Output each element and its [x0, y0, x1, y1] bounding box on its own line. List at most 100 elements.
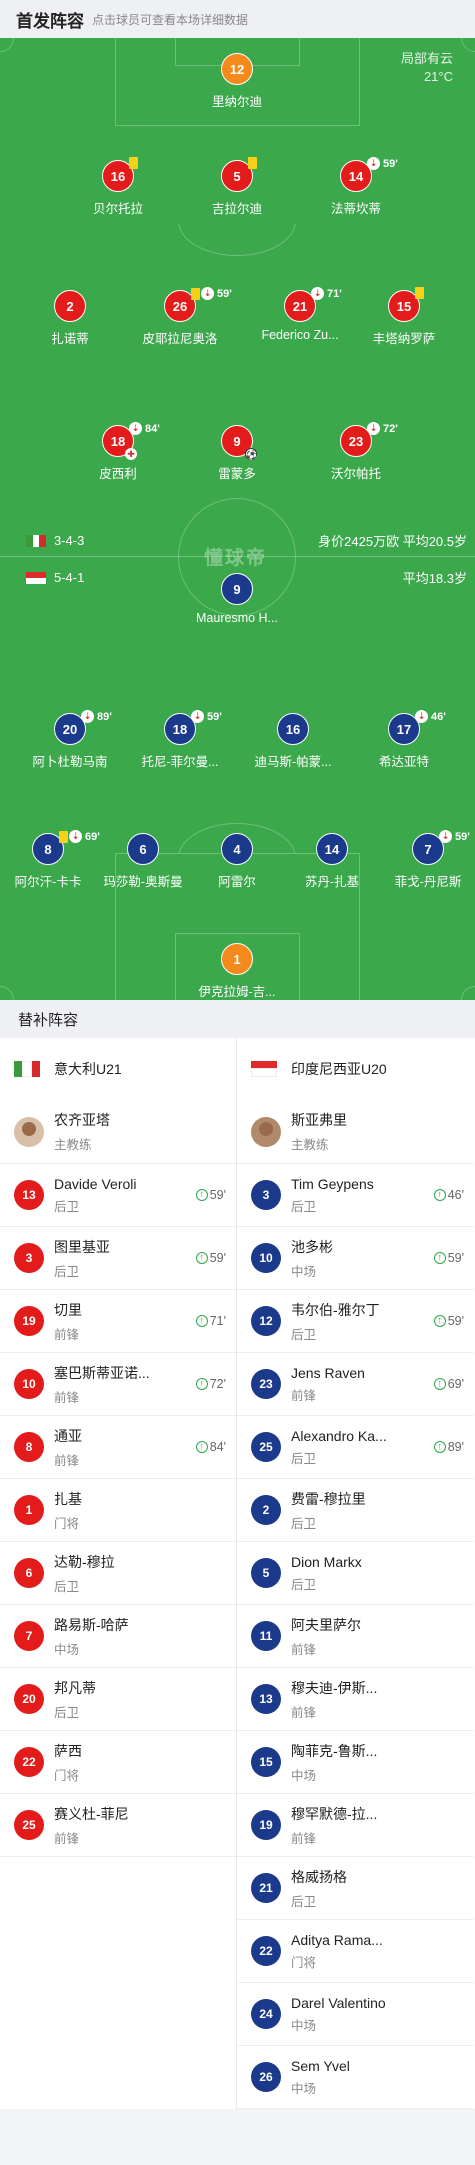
player-name: 希达亚特: [378, 755, 429, 769]
lineup-hint: 点击球员可查看本场详细数据: [92, 12, 249, 27]
player-number: 9: [221, 573, 253, 605]
sub-player-row[interactable]: 1 扎基 门将: [0, 1479, 236, 1542]
sub-player-number: 5: [251, 1558, 281, 1588]
home-coach[interactable]: 农齐亚塔 主教练: [0, 1100, 236, 1164]
sub-player-number: 15: [251, 1747, 281, 1777]
pitch-player[interactable]: 18 ⇣ 59' 托尼-菲尔曼...: [120, 710, 240, 770]
sub-player-position: 前锋: [291, 1388, 317, 1403]
event-minute: 84': [145, 422, 160, 435]
sub-player-row[interactable]: 7 路易斯-哈萨 中场: [0, 1605, 236, 1668]
player-name: 迪马斯-帕蒙...: [254, 755, 332, 769]
sub-player-name: 图里基亚: [54, 1238, 110, 1255]
sub-player-row[interactable]: 23 Jens Raven 前锋 ↑ 69': [237, 1353, 474, 1416]
player-events: ⇣ 59': [439, 830, 470, 843]
sub-in-icon: ↑: [433, 1252, 446, 1264]
sub-player-position: 后卫: [54, 1199, 80, 1214]
pitch: 懂球帝 局部有云 21°C 3-4-3 身价2425万欧 平均20.5岁 5-4…: [0, 38, 475, 1000]
away-formation: 5-4-1: [54, 570, 85, 585]
player-events: ⇣ 59': [367, 157, 398, 170]
sub-player-row[interactable]: 26 Sem Yvel 中场: [237, 2046, 474, 2109]
home-subs-team: 意大利U21: [0, 1038, 236, 1100]
pitch-player[interactable]: 17 ⇣ 46' 希达亚特: [344, 710, 464, 770]
sub-player-name: 塞巴斯蒂亚诺...: [54, 1364, 150, 1381]
yellow-card-icon: [248, 157, 257, 169]
sub-player-row[interactable]: 13 穆夫迪-伊斯... 前锋: [237, 1668, 474, 1731]
sub-player-row[interactable]: 21 格威扬格 后卫: [237, 1857, 474, 1920]
sub-player-row[interactable]: 19 穆罕默德-拉... 前锋: [237, 1794, 474, 1857]
pitch-player[interactable]: 16 贝尔托拉: [58, 157, 178, 217]
pitch-player[interactable]: 15 丰塔纳罗萨: [344, 287, 464, 347]
sub-in-icon: ↑: [195, 1441, 208, 1453]
sub-player-row[interactable]: 12 韦尔伯-雅尔丁 后卫 ↑ 59': [237, 1290, 474, 1353]
sub-in-time: ↑ 59': [433, 1251, 464, 1265]
player-number: 21 ⇣ 71': [284, 287, 342, 322]
pitch-player[interactable]: 16 迪马斯-帕蒙...: [233, 713, 353, 770]
pitch-player[interactable]: 20 ⇣ 89' 阿卜杜勒马南: [10, 710, 130, 770]
sub-player-name: Jens Raven: [291, 1364, 365, 1381]
sub-player-row[interactable]: 20 邦凡蒂 后卫: [0, 1668, 236, 1731]
player-number: 12: [221, 53, 253, 85]
sub-player-name: 扎基: [54, 1490, 82, 1507]
sub-out-icon: ⇣: [367, 157, 380, 170]
sub-player-row[interactable]: 5 Dion Markx 后卫: [237, 1542, 474, 1605]
pitch-player[interactable]: 2 扎诺蒂: [10, 290, 130, 347]
sub-player-row[interactable]: 10 池多彬 中场 ↑ 59': [237, 1227, 474, 1290]
player-events: ⇣ 59': [191, 710, 222, 723]
pitch-player[interactable]: 23 ⇣ 72' 沃尔帕托: [296, 422, 416, 482]
corner-arc: [461, 986, 475, 1000]
sub-player-row[interactable]: 25 赛义杜-菲尼 前锋: [0, 1794, 236, 1857]
sub-player-row[interactable]: 3 图里基亚 后卫 ↑ 59': [0, 1227, 236, 1290]
pitch-player[interactable]: 1 伊克拉姆-吉...: [177, 943, 297, 1000]
sub-out-icon: ⇣: [415, 710, 428, 723]
sub-player-position: 后卫: [291, 1451, 317, 1466]
pitch-player[interactable]: 18 ⇣ 84' ✚ 皮西利: [58, 422, 178, 482]
sub-player-row[interactable]: 3 Tim Geypens 后卫 ↑ 46': [237, 1164, 474, 1227]
home-stats: 身价2425万欧 平均20.5岁: [318, 534, 467, 549]
sub-out-icon: ⇣: [81, 710, 94, 723]
sub-player-row[interactable]: 22 Aditya Rama... 门将: [237, 1920, 474, 1983]
pitch-player[interactable]: 21 ⇣ 71' Federico Zu...: [240, 287, 360, 342]
sub-player-number: 23: [251, 1369, 281, 1399]
player-name: 菲戈-丹尼斯: [394, 875, 462, 889]
player-name: 皮西利: [99, 467, 137, 481]
sub-player-position: 中场: [291, 2081, 317, 2096]
sub-player-position: 前锋: [291, 1831, 317, 1846]
sub-player-row[interactable]: 6 达勒-穆拉 后卫: [0, 1542, 236, 1605]
away-coach[interactable]: 斯亚弗里 主教练: [237, 1100, 474, 1164]
sub-player-number: 7: [14, 1621, 44, 1651]
pitch-player[interactable]: 9 ⚽ 雷蒙多: [177, 425, 297, 482]
sub-player-row[interactable]: 19 切里 前锋 ↑ 71': [0, 1290, 236, 1353]
sub-player-number: 22: [14, 1747, 44, 1777]
sub-player-row[interactable]: 2 费雷-穆拉里 后卫: [237, 1479, 474, 1542]
player-name: Mauresmo H...: [196, 611, 278, 625]
sub-player-row[interactable]: 25 Alexandro Ka... 后卫 ↑ 89': [237, 1416, 474, 1479]
sub-player-row[interactable]: 15 陶菲克-鲁斯... 中场: [237, 1731, 474, 1794]
player-name: 沃尔帕托: [330, 467, 381, 481]
sub-player-row[interactable]: 13 Davide Veroli 后卫 ↑ 59': [0, 1164, 236, 1227]
pitch-player[interactable]: 14 ⇣ 59' 法蒂坎蒂: [296, 157, 416, 217]
player-events: [248, 157, 257, 169]
player-number: 8 ⇣ 69': [32, 830, 100, 865]
sub-player-name: Dion Markx: [291, 1553, 362, 1570]
pitch-player[interactable]: 5 吉拉尔迪: [177, 157, 297, 217]
goal-ball-icon: ⚽: [245, 448, 258, 460]
sub-player-number: 3: [251, 1180, 281, 1210]
sub-player-name: Tim Geypens: [291, 1175, 374, 1192]
pitch-player[interactable]: 12 里纳尔迪: [177, 53, 297, 110]
pitch-player[interactable]: 7 ⇣ 59' 菲戈-丹尼斯: [368, 830, 475, 890]
sub-player-name: 池多彬: [291, 1238, 333, 1255]
coach-role: 主教练: [291, 1138, 329, 1152]
coach-name: 斯亚弗里: [291, 1112, 347, 1128]
sub-player-row[interactable]: 22 萨西 门将: [0, 1731, 236, 1794]
pitch-player[interactable]: 9 Mauresmo H...: [177, 573, 297, 625]
player-number: 14: [316, 833, 348, 865]
sub-player-row[interactable]: 10 塞巴斯蒂亚诺... 前锋 ↑ 72': [0, 1353, 236, 1416]
sub-player-row[interactable]: 24 Darel Valentino 中场: [237, 1983, 474, 2046]
sub-player-name: 费雷-穆拉里: [291, 1490, 366, 1507]
sub-in-icon: ↑: [195, 1378, 208, 1390]
sub-in-time: ↑ 46': [433, 1188, 464, 1202]
sub-player-row[interactable]: 8 通亚 前锋 ↑ 84': [0, 1416, 236, 1479]
sub-player-row[interactable]: 11 阿夫里萨尔 前锋: [237, 1605, 474, 1668]
pitch-player[interactable]: 26 ⇣ 59' 皮耶拉尼奥洛: [120, 287, 240, 347]
player-name: 吉拉尔迪: [211, 202, 262, 216]
